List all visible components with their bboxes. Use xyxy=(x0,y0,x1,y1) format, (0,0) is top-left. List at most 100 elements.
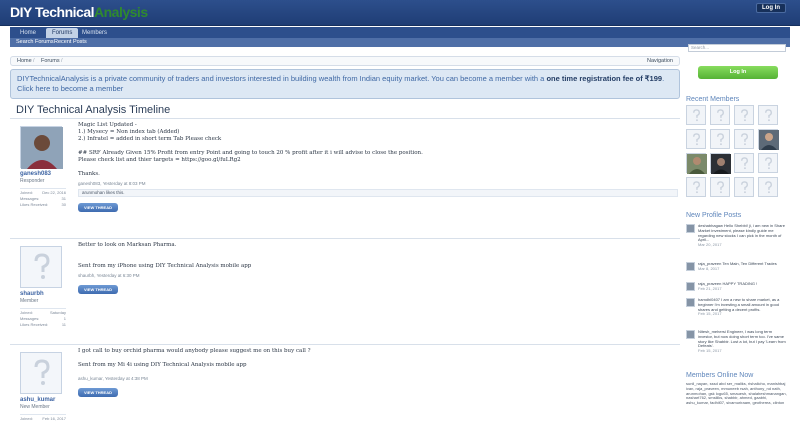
user-stat-row: Joined: Feb 16, 2017 xyxy=(20,416,66,421)
member-avatar[interactable] xyxy=(686,105,706,125)
default-avatar-icon xyxy=(693,133,700,146)
breadcrumb: Home / Forums / Navigation xyxy=(10,56,680,66)
divider xyxy=(10,344,680,345)
person-photo-icon xyxy=(687,154,707,174)
default-avatar-icon xyxy=(741,157,748,170)
profile-post-text[interactable]: deshabhagaw Hello Shebbi! ji, i am new i… xyxy=(698,223,785,242)
notice-fee: one time registration fee of ₹199 xyxy=(546,74,663,83)
post-text: I got call to buy orchid pharma would an… xyxy=(78,348,311,368)
member-avatar[interactable] xyxy=(710,177,730,197)
member-avatar[interactable] xyxy=(758,177,778,197)
member-photo[interactable] xyxy=(710,153,731,174)
avatar[interactable] xyxy=(686,330,695,339)
default-avatar-icon xyxy=(765,181,772,194)
divider xyxy=(10,238,680,239)
member-photo[interactable] xyxy=(686,153,707,174)
main-nav: Home Forums Members xyxy=(10,27,790,38)
sub-nav: Search Forums Recent Posts xyxy=(10,38,790,47)
profile-post-date: Feb 21, 2017 xyxy=(698,285,722,291)
member-avatar[interactable] xyxy=(758,153,778,173)
member-avatar[interactable] xyxy=(710,105,730,125)
breadcrumb-separator: / xyxy=(33,58,35,64)
profile-post-date: Feb 15, 2017 xyxy=(698,311,722,317)
breadcrumb-separator: / xyxy=(61,58,63,64)
member-avatar[interactable] xyxy=(734,105,754,125)
user-stats: Joined: Saturday Messages: 1 Likes Receive… xyxy=(20,308,66,328)
page-title: DIY Technical Analysis Timeline xyxy=(16,104,171,116)
members-online-list[interactable]: sunil_nayan, sssd abd ser_maliks, rishal… xyxy=(686,381,788,406)
avatar[interactable] xyxy=(686,282,695,291)
user-stat-row: Likes Received: 11 xyxy=(20,322,66,327)
avatar[interactable] xyxy=(20,352,62,394)
subnav-recent-posts[interactable]: Recent Posts xyxy=(54,38,87,47)
user-title: Responder xyxy=(20,178,45,184)
person-photo-icon xyxy=(759,130,779,150)
username[interactable]: ashu_kumar xyxy=(20,397,70,403)
post-body: Magic List Updated - 1.) Mysecy = Non in… xyxy=(78,122,678,212)
user-stats: Joined: Dec 22, 2016 Messages: 31 Likes Re… xyxy=(20,188,66,208)
breadcrumb-home[interactable]: Home xyxy=(17,58,32,64)
member-avatar[interactable] xyxy=(710,129,730,149)
default-avatar-icon xyxy=(765,109,772,122)
profile-post-text[interactable]: Nitesh_mehersi Engineer, I was long term… xyxy=(698,329,786,348)
search-input[interactable]: Search... xyxy=(688,44,786,52)
likes-bar[interactable]: arunmohan likes this. xyxy=(78,189,678,197)
avatar[interactable] xyxy=(20,126,63,169)
view-thread-button[interactable]: VIEW THREAD xyxy=(78,285,118,294)
view-thread-button[interactable]: VIEW THREAD xyxy=(78,203,118,212)
user-info: ashu_kumar New Member Joined: Feb 16, 201… xyxy=(16,348,70,422)
site-logo[interactable]: DIY TechnicalAnalysis xyxy=(10,4,148,20)
divider xyxy=(10,118,680,119)
user-info: ganesh083 Responder Joined: Dec 22, 2016 … xyxy=(16,122,70,208)
default-avatar-icon xyxy=(765,157,772,170)
navigation-link[interactable]: Navigation xyxy=(647,58,673,64)
member-avatar[interactable] xyxy=(734,129,754,149)
breadcrumb-forums[interactable]: Forums xyxy=(41,58,60,64)
avatar[interactable] xyxy=(20,246,62,288)
default-avatar-icon xyxy=(741,109,748,122)
member-avatar[interactable] xyxy=(734,153,754,173)
username[interactable]: ganesh083 xyxy=(20,171,70,177)
member-avatar[interactable] xyxy=(758,105,778,125)
post-meta[interactable]: shaurbh, Yesterday at 6:30 PM xyxy=(78,272,678,279)
post-body: I got call to buy orchid pharma would an… xyxy=(78,348,678,397)
post-meta[interactable]: ganesh083, Yesterday at 8:03 PM xyxy=(78,180,678,187)
logo-part2: Analysis xyxy=(94,4,148,20)
membership-notice: DIYTechnicalAnalysis is a private commun… xyxy=(10,69,680,99)
member-avatar[interactable] xyxy=(734,177,754,197)
profile-post-date: Feb 15, 2017 xyxy=(698,348,722,354)
login-button[interactable]: Log In xyxy=(756,3,786,13)
sidebar-login-button[interactable]: Log In xyxy=(698,66,778,79)
default-avatar-icon xyxy=(693,109,700,122)
avatar[interactable] xyxy=(686,262,695,271)
subnav-search-forums[interactable]: Search Forums xyxy=(16,38,54,47)
member-photo[interactable] xyxy=(758,129,779,150)
profile-post-date: Mar 20, 2017 xyxy=(698,242,722,248)
avatar[interactable] xyxy=(686,224,695,233)
user-info: shaurbh Member Joined: Saturday Messages:… xyxy=(16,242,70,328)
default-avatar-icon xyxy=(717,181,724,194)
tab-members[interactable]: Members xyxy=(76,28,113,38)
view-thread-button[interactable]: VIEW THREAD xyxy=(78,388,118,397)
sidebar: Search... Log In Recent Members New Prof… xyxy=(684,42,790,424)
tab-forums[interactable]: Forums xyxy=(46,28,79,38)
user-stats: Joined: Feb 16, 2017 xyxy=(20,414,66,422)
site-header: DIY TechnicalAnalysis Log In xyxy=(0,0,800,26)
tab-home[interactable]: Home xyxy=(14,28,42,38)
notice-text: DIYTechnicalAnalysis is a private commun… xyxy=(17,74,547,83)
user-stat-row: Likes Received: 30 xyxy=(20,202,66,207)
member-avatar[interactable] xyxy=(686,177,706,197)
default-avatar-icon xyxy=(741,133,748,146)
person-photo-icon xyxy=(21,127,63,169)
post-meta[interactable]: ashu_kumar, Yesterday at 4:38 PM xyxy=(78,375,678,382)
avatar[interactable] xyxy=(686,298,695,307)
post-body: Better to look on Marksan Pharma. Sent f… xyxy=(78,242,678,294)
default-avatar-icon xyxy=(34,359,50,385)
member-avatar[interactable] xyxy=(686,129,706,149)
default-avatar-icon xyxy=(717,109,724,122)
default-avatar-icon xyxy=(717,133,724,146)
profile-post-text[interactable]: hamdhi0407 I am a new to share market, a… xyxy=(698,297,779,312)
default-avatar-icon xyxy=(34,253,50,279)
username[interactable]: shaurbh xyxy=(20,291,70,297)
user-title: Member xyxy=(20,298,39,304)
